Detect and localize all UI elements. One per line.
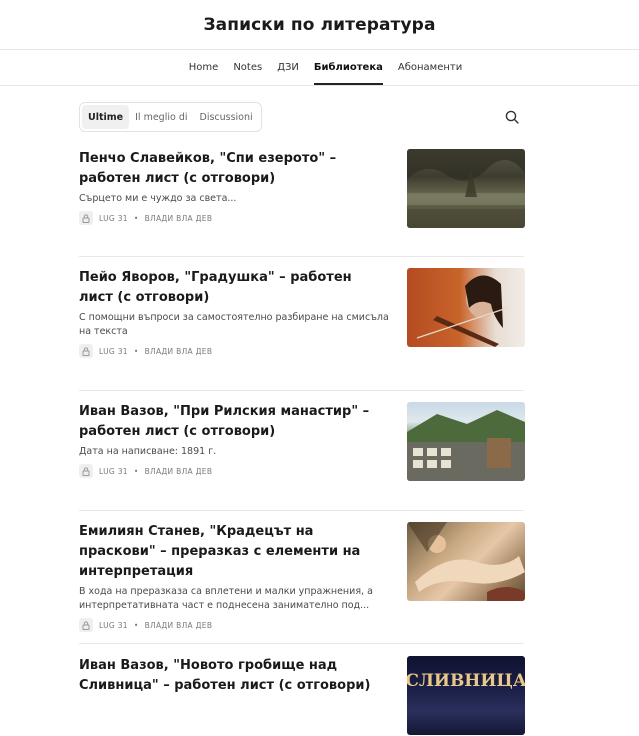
post-author[interactable]: ВЛАДИ ВЛА ДЕВ <box>145 347 213 356</box>
post-text: Пенчо Славейков, "Спи езерото" – работен… <box>79 149 389 225</box>
post-item: Иван Вазов, "При Рилския манастир" – раб… <box>79 402 525 482</box>
renaissance-painting-image <box>407 522 525 601</box>
lock-icon <box>79 211 93 225</box>
post-title[interactable]: Пейо Яворов, "Градушка" – работен лист (… <box>79 268 389 308</box>
violinist-photo-image <box>416 275 508 347</box>
nav-item-dzi[interactable]: ДЗИ <box>277 50 299 85</box>
post-text: Иван Вазов, "При Рилския манастир" – раб… <box>79 402 389 478</box>
post-title[interactable]: Иван Вазов, "Новото гробище над Сливница… <box>79 656 389 696</box>
meta-separator: • <box>133 466 139 476</box>
filter-tabs: Ultime Il meglio di Discussioni <box>79 102 262 132</box>
nav-item-home[interactable]: Home <box>189 50 219 85</box>
post-author[interactable]: ВЛАДИ ВЛА ДЕВ <box>145 214 213 223</box>
post-author[interactable]: ВЛАДИ ВЛА ДЕВ <box>145 467 213 476</box>
post-item: Пейо Яворов, "Градушка" – работен лист (… <box>79 268 525 358</box>
search-icon <box>505 110 519 124</box>
post-subtitle: С помощни въпроси за самостоятелно разби… <box>79 312 389 337</box>
post-subtitle: В хода на преразказа са вплетени и малки… <box>79 586 373 611</box>
nav-item-subscriptions[interactable]: Абонаменти <box>398 50 462 85</box>
post-divider <box>79 643 524 644</box>
post-divider <box>79 510 524 511</box>
tab-discussions[interactable]: Discussioni <box>194 105 259 129</box>
search-button[interactable] <box>501 106 523 128</box>
post-subtitle: Дата на написване: 1891 г. <box>79 446 217 457</box>
post-title[interactable]: Пенчо Славейков, "Спи езерото" – работен… <box>79 149 389 189</box>
post-thumbnail[interactable]: СЛИВНИЦА <box>407 656 525 735</box>
post-date: LUG 31 <box>99 466 128 476</box>
meta-separator: • <box>133 346 139 356</box>
filter-bar: Ultime Il meglio di Discussioni <box>79 102 523 132</box>
lock-icon <box>79 464 93 478</box>
post-date: LUG 31 <box>99 346 128 356</box>
meta-separator: • <box>133 213 139 223</box>
post-thumbnail[interactable] <box>407 522 525 601</box>
post-meta: LUG 31 • ВЛАДИ ВЛА ДЕВ <box>79 618 389 632</box>
post-date: LUG 31 <box>99 213 128 223</box>
post-thumbnail[interactable] <box>407 402 525 481</box>
site-header: Записки по литература <box>0 0 639 50</box>
meta-separator: • <box>133 620 139 630</box>
post-text: Пейо Яворов, "Градушка" – работен лист (… <box>79 268 389 358</box>
post-item: Иван Вазов, "Новото гробище над Сливница… <box>79 656 525 736</box>
main-nav: Home Notes ДЗИ Библиотека Абонаменти <box>0 50 639 86</box>
lock-icon <box>79 618 93 632</box>
post-author[interactable]: ВЛАДИ ВЛА ДЕВ <box>145 621 213 630</box>
post-title[interactable]: Иван Вазов, "При Рилския манастир" – раб… <box>79 402 389 442</box>
post-meta: LUG 31 • ВЛАДИ ВЛА ДЕВ <box>79 344 389 358</box>
post-meta: LUG 31 • ВЛАДИ ВЛА ДЕВ <box>79 464 389 478</box>
post-thumbnail[interactable] <box>407 268 525 347</box>
post-subtitle: Сърцето ми е чуждо за света... <box>79 193 237 204</box>
post-divider <box>79 256 524 257</box>
lock-icon <box>79 344 93 358</box>
lake-painting-image <box>407 149 525 228</box>
tab-latest[interactable]: Ultime <box>82 105 130 129</box>
tab-top[interactable]: Il meglio di <box>129 105 193 129</box>
post-meta: LUG 31 • ВЛАДИ ВЛА ДЕВ <box>79 211 389 225</box>
post-title[interactable]: Емилиян Станев, "Крадецът на праскови" –… <box>79 522 389 582</box>
nav-item-library[interactable]: Библиотека <box>313 50 383 85</box>
post-date: LUG 31 <box>99 620 128 630</box>
post-text: Емилиян Станев, "Крадецът на праскови" –… <box>79 522 389 632</box>
post-thumbnail[interactable] <box>407 149 525 228</box>
site-title[interactable]: Записки по литература <box>203 15 435 35</box>
post-divider <box>79 390 524 391</box>
monastery-photo-image <box>407 410 525 481</box>
thumbnail-caption: СЛИВНИЦА <box>407 671 525 691</box>
post-item: Емилиян Станев, "Крадецът на праскови" –… <box>79 522 525 632</box>
post-item: Пенчо Славейков, "Спи езерото" – работен… <box>79 149 525 229</box>
post-text: Иван Вазов, "Новото гробище над Сливница… <box>79 656 389 696</box>
nav-item-notes[interactable]: Notes <box>233 50 262 85</box>
slivnitsa-poster-image: СЛИВНИЦА <box>407 671 525 691</box>
